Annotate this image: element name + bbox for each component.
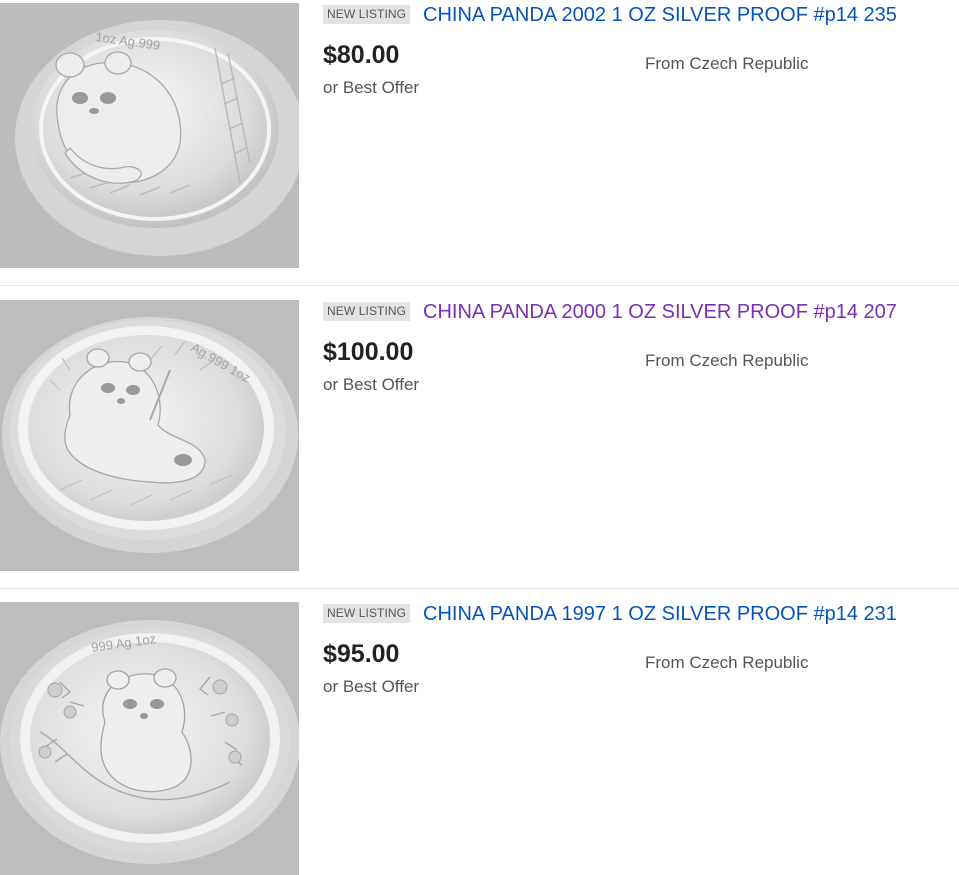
item-origin: From Czech Republic [645,351,809,370]
item-price: $100.00 [323,338,414,366]
item-thumbnail[interactable]: 999 Ag 1oz [0,602,299,875]
panda-coin-1997-image: 999 Ag 1oz [0,602,299,875]
listing-item: Ag.999 1oz NEW LISTING CHINA PANDA 2000 … [0,300,959,571]
item-origin: From Czech Republic [645,54,809,73]
best-offer-label: or Best Offer [323,375,420,394]
item-origin: From Czech Republic [645,653,809,672]
new-listing-badge: NEW LISTING [323,5,411,24]
item-thumbnail[interactable]: 1oz Ag.999 [0,3,299,268]
item-title-link[interactable]: CHINA PANDA 2000 1 OZ SILVER PROOF #p14 … [423,300,897,324]
listing-divider [0,588,959,589]
listing-item: 1oz Ag.999 NEW LISTING CHINA PANDA 2002 … [0,3,959,268]
panda-coin-2000-image: Ag.999 1oz [0,300,299,571]
new-listing-badge: NEW LISTING [323,302,411,321]
item-thumbnail[interactable]: Ag.999 1oz [0,300,299,571]
listing-divider [0,285,959,286]
new-listing-badge: NEW LISTING [323,604,411,623]
item-title-link[interactable]: CHINA PANDA 1997 1 OZ SILVER PROOF #p14 … [423,602,897,626]
item-price: $95.00 [323,640,400,668]
best-offer-label: or Best Offer [323,677,420,696]
listing-item: 999 Ag 1oz NEW LISTING CHINA PANDA 1997 … [0,602,959,875]
item-title-link[interactable]: CHINA PANDA 2002 1 OZ SILVER PROOF #p14 … [423,3,897,27]
item-price: $80.00 [323,41,400,69]
panda-coin-2002-image: 1oz Ag.999 [0,3,299,268]
best-offer-label: or Best Offer [323,78,420,97]
